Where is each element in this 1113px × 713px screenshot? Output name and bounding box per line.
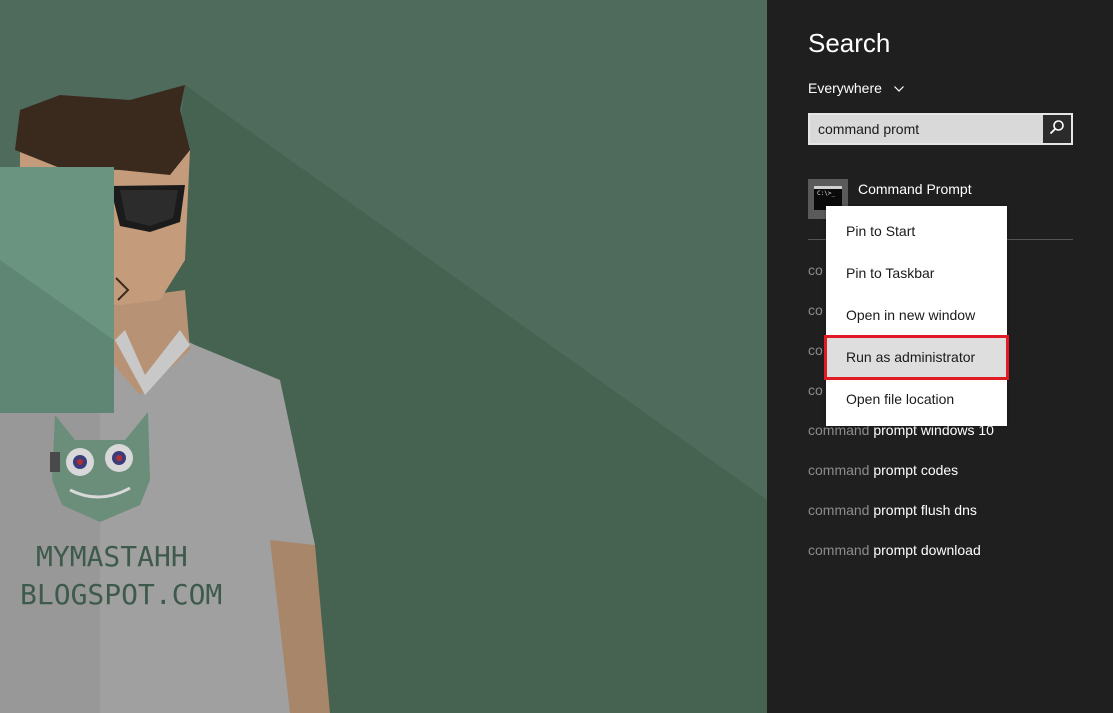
suggestion-item[interactable]: co [808,342,823,358]
search-scope-label: Everywhere [808,80,882,96]
suggestion-item[interactable]: co [808,262,823,278]
suggestion-item[interactable]: command prompt flush dns [808,502,977,518]
suggestion-item[interactable]: command prompt codes [808,462,958,478]
menu-item-open-in-new-window[interactable]: Open in new window [826,294,1007,336]
result-label: Command Prompt [858,181,972,197]
watermark-line-1: MYMASTAHH [36,540,188,573]
menu-item-pin-to-start[interactable]: Pin to Start [826,210,1007,252]
suggestion-item[interactable]: command prompt download [808,542,981,558]
search-title: Search [808,28,891,58]
search-icon [1049,119,1065,139]
search-button[interactable] [1043,115,1071,143]
menu-item-run-as-administrator[interactable]: Run as administrator [826,336,1007,378]
search-input[interactable] [810,115,1043,143]
suggestion-item[interactable]: co [808,382,823,398]
watermark-line-2: BLOGSPOT.COM [20,578,223,611]
suggestion-item[interactable]: co [808,302,823,318]
context-menu: Pin to Start Pin to Taskbar Open in new … [826,206,1007,426]
desktop-wallpaper: MYMASTAHH BLOGSPOT.COM [0,0,767,713]
search-box [808,113,1073,145]
search-scope-dropdown[interactable]: Everywhere [808,80,904,96]
chevron-down-icon [893,79,904,95]
menu-item-open-file-location[interactable]: Open file location [826,378,1007,420]
menu-item-pin-to-taskbar[interactable]: Pin to Taskbar [826,252,1007,294]
